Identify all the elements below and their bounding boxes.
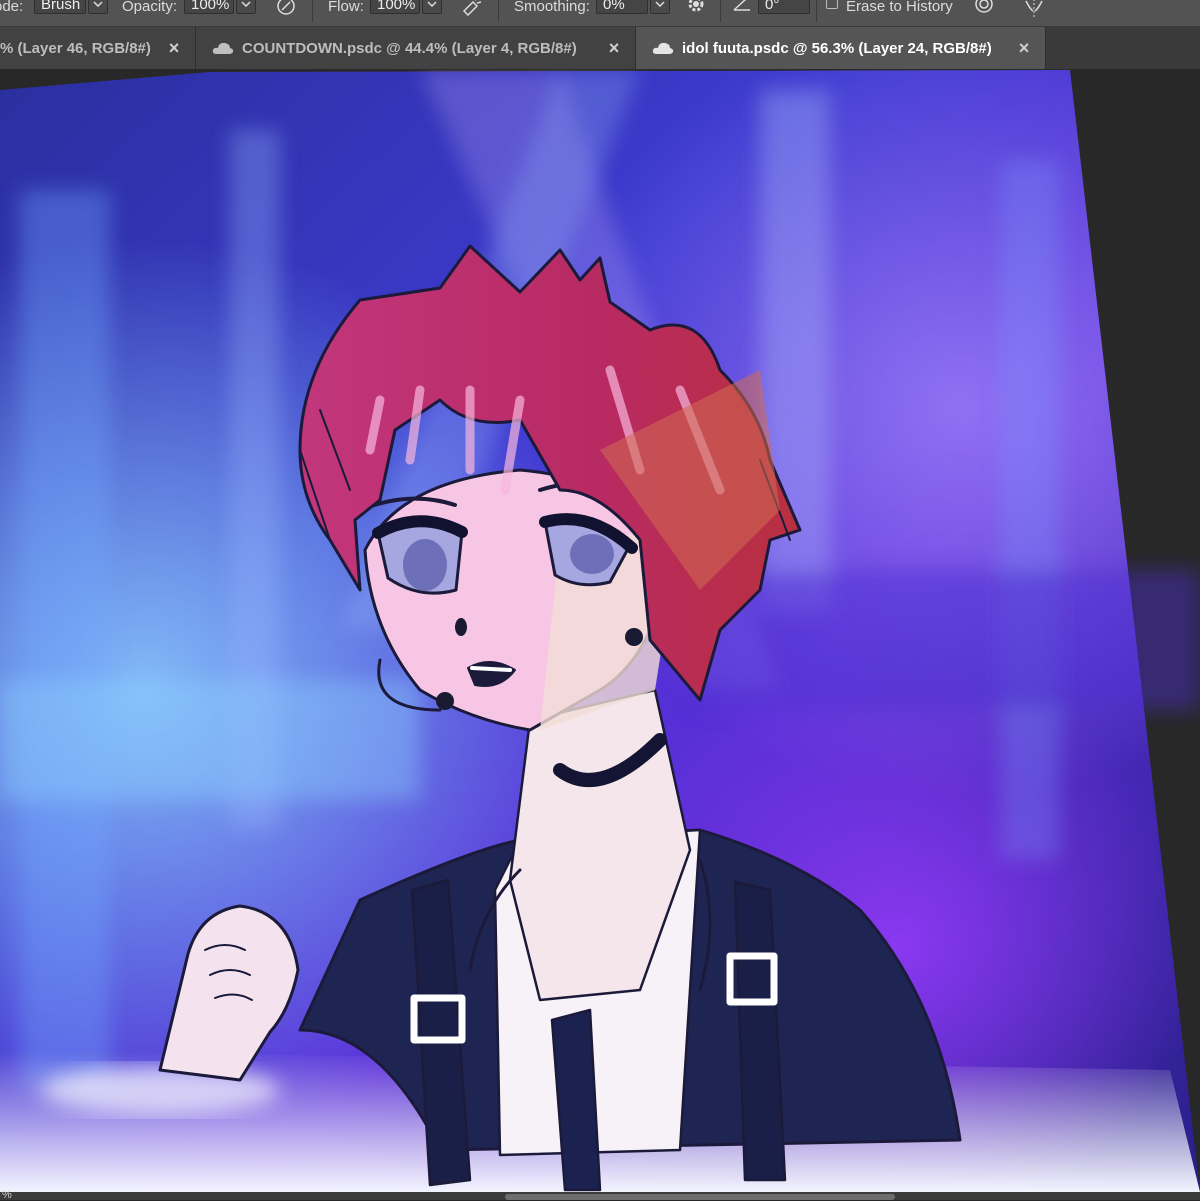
flow-label: Flow: — [328, 0, 364, 15]
horizontal-scrollbar-thumb[interactable] — [505, 1194, 895, 1200]
smoothing-label: Smoothing: — [514, 0, 590, 15]
symmetry-icon[interactable] — [1022, 0, 1046, 18]
airbrush-icon[interactable] — [460, 0, 484, 18]
angle-input[interactable]: 0° — [758, 0, 810, 14]
pressure-opacity-icon[interactable] — [274, 0, 298, 18]
tab-label: % (Layer 46, RGB/8#) — [0, 39, 151, 57]
options-divider — [312, 0, 313, 22]
document-tab-bar: % (Layer 46, RGB/8#) × COUNTDOWN.psdc @ … — [0, 27, 1200, 70]
tab-countdown[interactable]: COUNTDOWN.psdc @ 44.4% (Layer 4, RGB/8#)… — [196, 27, 636, 69]
close-icon[interactable]: × — [165, 39, 183, 57]
tab-layer-46[interactable]: % (Layer 46, RGB/8#) × — [0, 27, 196, 69]
erase-to-history-checkbox[interactable] — [826, 0, 838, 9]
cloud-document-icon — [212, 42, 234, 54]
canvas-workspace[interactable] — [0, 70, 1200, 1192]
erase-to-history-label: Erase to History — [846, 0, 953, 15]
opacity-dropdown-chevron-icon[interactable] — [236, 0, 256, 14]
tab-label: idol fuuta.psdc @ 56.3% (Layer 24, RGB/8… — [682, 39, 992, 57]
pressure-size-icon[interactable] — [972, 0, 996, 18]
tab-idol-fuuta[interactable]: idol fuuta.psdc @ 56.3% (Layer 24, RGB/8… — [636, 27, 1046, 69]
tool-options-bar: ode: Brush Opacity: 100% Flow: 100% Smoo… — [0, 0, 1200, 27]
opacity-label: Opacity: — [122, 0, 178, 15]
opacity-input[interactable]: 100% — [184, 0, 234, 14]
close-icon[interactable]: × — [605, 39, 623, 57]
flow-input[interactable]: 100% — [370, 0, 420, 14]
options-divider — [720, 0, 721, 22]
smoothing-input[interactable]: 0% — [596, 0, 648, 14]
close-icon[interactable]: × — [1015, 39, 1033, 57]
tab-label: COUNTDOWN.psdc @ 44.4% (Layer 4, RGB/8#) — [242, 39, 577, 57]
gear-icon[interactable] — [684, 0, 708, 18]
mode-label: ode: — [0, 0, 24, 15]
cloud-document-icon — [652, 42, 674, 54]
options-divider — [816, 0, 817, 22]
document-canvas[interactable] — [0, 70, 1200, 1192]
flow-dropdown-chevron-icon[interactable] — [422, 0, 442, 14]
mode-select[interactable]: Brush — [34, 0, 86, 14]
status-text: % — [2, 1189, 12, 1201]
angle-icon — [730, 0, 754, 18]
smoothing-dropdown-chevron-icon[interactable] — [650, 0, 670, 14]
options-divider — [498, 0, 499, 22]
mode-dropdown-chevron-icon[interactable] — [88, 0, 108, 14]
